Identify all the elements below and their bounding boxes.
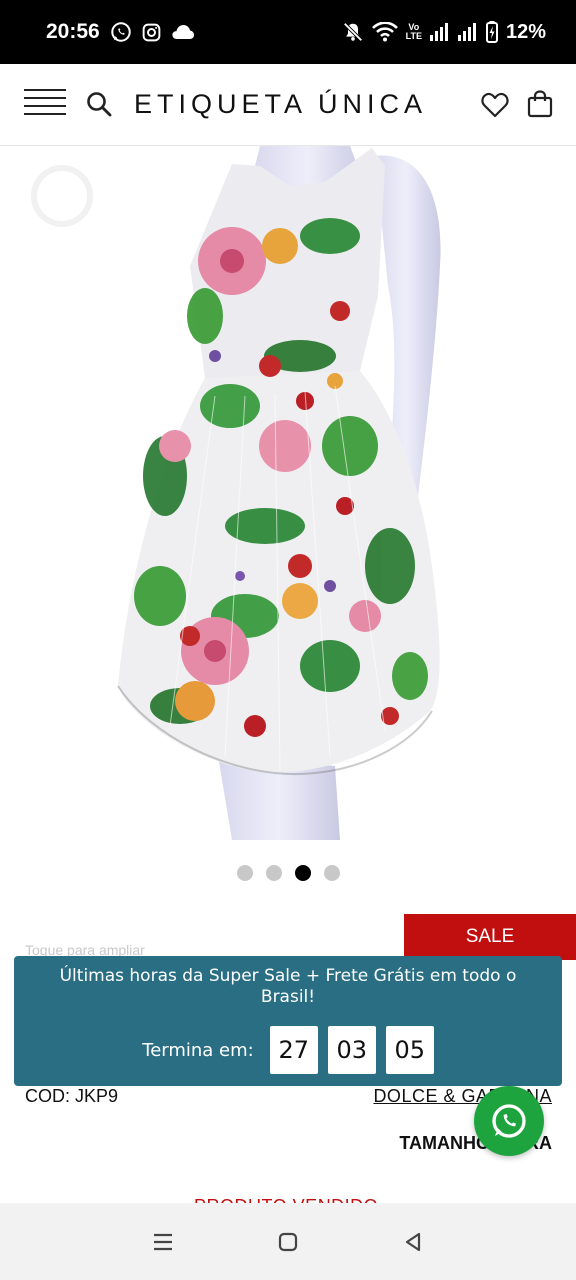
site-header: ETIQUETA ÚNICA (0, 64, 576, 146)
countdown-box: 05 (385, 1026, 434, 1074)
countdown-box: 03 (327, 1026, 376, 1074)
whatsapp-icon (492, 1104, 526, 1138)
gallery-dot-4[interactable] (323, 865, 340, 881)
gallery-dot-1[interactable] (236, 865, 253, 881)
battery-icon (485, 21, 498, 43)
status-bar: 20:56 Vo LTE 12% (0, 0, 576, 64)
nav-home-icon (278, 1232, 298, 1251)
mute-icon (343, 22, 363, 42)
system-nav-bar (0, 1203, 576, 1280)
product-code: COD: JKP9 (25, 1086, 119, 1106)
whatsapp-button[interactable] (474, 1086, 544, 1156)
bag-icon[interactable] (527, 90, 553, 118)
menu-icon[interactable] (24, 89, 66, 121)
gallery-dot-2[interactable] (265, 865, 282, 881)
countdown-box: 27 (269, 1026, 318, 1074)
sale-badge: SALE (404, 914, 576, 960)
signal-icon-2 (457, 23, 476, 41)
nav-recent-icon (153, 1233, 172, 1250)
status-system-icons: Vo LTE 12% (342, 21, 546, 44)
nav-back-icon (406, 1232, 421, 1251)
countdown: Termina em: 27 03 05 (14, 1026, 562, 1074)
gallery-dots (0, 865, 576, 881)
countdown-label: Termina em: (142, 1039, 254, 1061)
promo-banner[interactable]: Últimas horas da Super Sale + Frete Grát… (14, 956, 562, 1086)
nav-recent-button[interactable] (143, 1222, 183, 1262)
heart-icon[interactable] (481, 92, 509, 118)
cloud-icon (172, 25, 194, 39)
brand-logo[interactable]: ETIQUETA ÚNICA (134, 89, 427, 120)
instagram-icon (142, 23, 161, 41)
wifi-icon (371, 22, 398, 42)
promo-text: Últimas horas da Super Sale + Frete Grát… (59, 966, 517, 1007)
whatsapp-icon (111, 22, 131, 42)
product-image[interactable] (0, 146, 576, 840)
nav-home-button[interactable] (268, 1222, 308, 1262)
nav-back-button[interactable] (393, 1222, 433, 1262)
dress-illustration (31, 146, 441, 840)
gallery-dot-3[interactable] (294, 865, 311, 881)
signal-icon (429, 23, 448, 41)
search-icon[interactable] (86, 91, 112, 117)
volte-bottom: LTE (405, 31, 422, 41)
volte-indicator: Vo LTE (406, 23, 422, 41)
battery-percent: 12% (505, 20, 546, 43)
status-notification-icons (110, 21, 195, 43)
status-time: 20:56 (46, 20, 100, 43)
